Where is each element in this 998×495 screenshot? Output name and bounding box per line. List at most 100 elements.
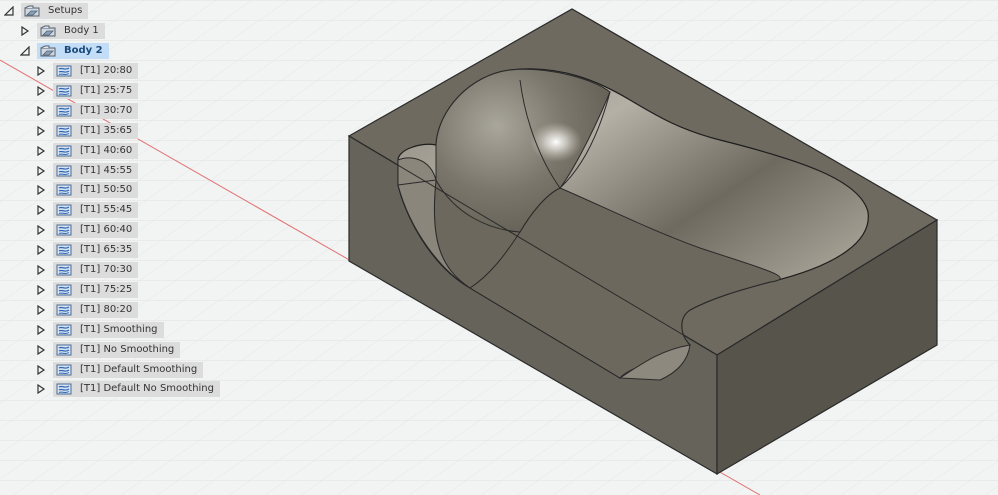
tree-node-setups[interactable]: Setups [2,3,89,19]
adaptive-toolpath-icon [56,244,72,256]
operation-chip[interactable]: [T1] 60:40 [53,222,139,239]
body-2-chip[interactable]: Body 2 [37,43,109,59]
operation-label: [T1] Smoothing [80,323,158,335]
operation-item[interactable]: [T1] 75:25 [34,281,139,298]
expand-arrow-collapsed-icon[interactable] [34,263,48,277]
operation-label: [T1] 20:80 [80,65,133,76]
adaptive-toolpath-icon [56,344,72,356]
operation-label: [T1] 35:65 [80,124,133,136]
specular-highlight [530,122,582,162]
setups-chip[interactable]: Setups [21,3,89,19]
adaptive-toolpath-icon [56,284,72,296]
adaptive-toolpath-icon [56,304,72,316]
operation-item[interactable]: [T1] 65:35 [34,242,139,259]
operation-item[interactable]: [T1] 25:75 [34,82,139,99]
operation-label: [T1] 45:55 [80,164,133,176]
operation-item[interactable]: [T1] 30:70 [34,102,139,119]
expand-arrow-collapsed-icon[interactable] [34,283,48,297]
adaptive-toolpath-icon [56,224,72,236]
adaptive-toolpath-icon [56,184,72,196]
setup-folder-icon [40,45,56,57]
operation-chip[interactable]: [T1] 55:45 [53,202,139,219]
operation-item[interactable]: [T1] 55:45 [34,202,139,219]
expand-arrow-collapsed-icon[interactable] [34,382,48,396]
expand-arrow-expanded-icon[interactable] [18,44,32,58]
operation-label: [T1] 55:45 [80,204,133,216]
operation-chip[interactable]: [T1] No Smoothing [53,341,181,358]
adaptive-toolpath-icon [56,85,72,97]
operation-label: [T1] 60:40 [80,224,133,236]
browser-tree: Setups Body 1 Body 2 [T1] 20:80 [T1] 25:… [0,0,220,400]
operation-label: [T1] 70:30 [80,264,133,275]
tree-node-body-2[interactable]: Body 2 [18,43,109,59]
operation-chip[interactable]: [T1] 20:80 [53,63,139,79]
operation-chip[interactable]: [T1] 50:50 [53,182,139,199]
operation-label: [T1] 40:60 [80,144,133,156]
expand-arrow-collapsed-icon[interactable] [34,84,48,98]
expand-arrow-collapsed-icon[interactable] [34,64,48,78]
operation-label: [T1] Default Smoothing [80,363,198,375]
adaptive-toolpath-icon [56,105,72,117]
expand-arrow-collapsed-icon[interactable] [34,124,48,138]
adaptive-toolpath-icon [56,383,72,395]
expand-arrow-collapsed-icon[interactable] [34,203,48,217]
operation-chip[interactable]: [T1] 75:25 [53,281,139,298]
operation-chip[interactable]: [T1] 65:35 [53,242,139,259]
adaptive-toolpath-icon [56,324,72,336]
body-1-label: Body 1 [64,25,99,36]
operation-item[interactable]: [T1] 70:30 [34,262,139,278]
operation-chip[interactable]: [T1] 30:70 [53,102,139,119]
operation-item[interactable]: [T1] 40:60 [34,142,139,159]
operation-chip[interactable]: [T1] 45:55 [53,162,139,179]
adaptive-toolpath-icon [56,65,72,77]
operation-label: [T1] 65:35 [80,244,133,256]
operation-item[interactable]: [T1] 20:80 [34,63,139,79]
operation-item[interactable]: [T1] 50:50 [34,182,139,199]
expand-arrow-collapsed-icon[interactable] [34,363,48,377]
expand-arrow-collapsed-icon[interactable] [34,183,48,197]
adaptive-toolpath-icon [56,364,72,376]
expand-arrow-collapsed-icon[interactable] [34,243,48,257]
expand-arrow-collapsed-icon[interactable] [34,323,48,337]
operation-label: [T1] 80:20 [80,303,133,315]
operation-item[interactable]: [T1] 45:55 [34,162,139,179]
expand-arrow-expanded-icon[interactable] [2,4,16,18]
operation-chip[interactable]: [T1] Default Smoothing [53,361,204,378]
operation-item[interactable]: [T1] 35:65 [34,122,139,139]
operation-label: [T1] 30:70 [80,104,133,116]
operation-chip[interactable]: [T1] 35:65 [53,122,139,139]
expand-arrow-collapsed-icon[interactable] [34,104,48,118]
operation-item[interactable]: [T1] 60:40 [34,222,139,239]
setups-label: Setups [48,5,83,16]
expand-arrow-collapsed-icon[interactable] [34,303,48,317]
expand-arrow-collapsed-icon[interactable] [34,343,48,357]
body-1-chip[interactable]: Body 1 [37,23,105,39]
operation-label: [T1] No Smoothing [80,343,175,355]
expand-arrow-collapsed-icon[interactable] [34,223,48,237]
operation-label: [T1] 50:50 [80,184,133,196]
operation-chip[interactable]: [T1] 25:75 [53,82,139,99]
operation-chip[interactable]: [T1] Default No Smoothing [53,381,220,398]
operation-chip[interactable]: [T1] 70:30 [53,262,139,278]
operation-item[interactable]: [T1] Smoothing [34,321,164,338]
operation-item[interactable]: [T1] Default Smoothing [34,361,204,378]
operation-label: [T1] 25:75 [80,84,133,96]
operation-chip[interactable]: [T1] Smoothing [53,321,164,338]
expand-arrow-collapsed-icon[interactable] [34,144,48,158]
adaptive-toolpath-icon [56,125,72,137]
operation-chip[interactable]: [T1] 80:20 [53,301,139,318]
operation-chip[interactable]: [T1] 40:60 [53,142,139,159]
operation-item[interactable]: [T1] Default No Smoothing [34,381,220,398]
operation-label: [T1] Default No Smoothing [80,383,214,395]
tree-node-body-1[interactable]: Body 1 [18,23,105,39]
expand-arrow-collapsed-icon[interactable] [34,164,48,178]
adaptive-toolpath-icon [56,264,72,276]
setup-folder-icon [40,25,56,37]
adaptive-toolpath-icon [56,165,72,177]
operation-item[interactable]: [T1] 80:20 [34,301,139,318]
adaptive-toolpath-icon [56,204,72,216]
adaptive-toolpath-icon [56,145,72,157]
expand-arrow-collapsed-icon[interactable] [18,24,32,38]
operation-item[interactable]: [T1] No Smoothing [34,341,181,358]
body-2-label: Body 2 [64,45,103,56]
